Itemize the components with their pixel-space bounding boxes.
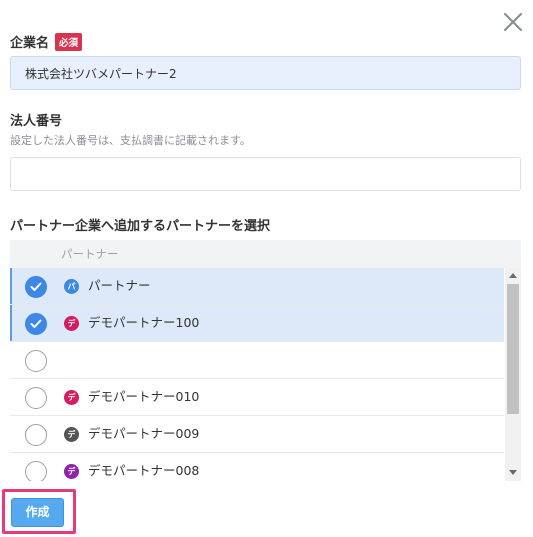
corporate-number-input[interactable] — [10, 157, 521, 191]
radio-button[interactable] — [25, 424, 47, 446]
corporate-number-label: 法人番号 — [10, 114, 63, 129]
partner-list: パートナー パパートナーデデモパートナー100 デデモパートナー010 デデモパート… — [10, 240, 521, 481]
partner-name: デモパートナー010 — [88, 389, 200, 404]
avatar: デ — [64, 390, 79, 405]
partner-column-header: パートナー — [10, 240, 521, 268]
scroll-up-arrow-icon[interactable] — [509, 273, 517, 278]
checked-radio-icon[interactable] — [25, 276, 47, 298]
avatar: デ — [64, 464, 79, 479]
checkmark-icon — [30, 282, 42, 291]
partner-select-label: パートナー企業へ追加するパートナーを選択 — [10, 219, 271, 234]
scrollbar-thumb[interactable] — [507, 284, 519, 414]
partner-name: パートナー — [88, 278, 151, 293]
partner-rows: パパートナーデデモパートナー100 デデモパートナー010 デデモパートナー009 デ… — [10, 268, 504, 481]
scroll-down-arrow-icon[interactable] — [509, 470, 517, 475]
company-name-input[interactable] — [10, 56, 521, 90]
partner-name: デモパートナー100 — [88, 315, 200, 330]
checkmark-icon — [30, 319, 42, 328]
radio-button[interactable] — [25, 461, 47, 481]
radio-button[interactable] — [25, 350, 47, 372]
partner-row[interactable]: デデモパートナー100 — [10, 305, 504, 342]
avatar: デ — [64, 316, 79, 331]
partner-row[interactable] — [10, 342, 504, 379]
close-icon — [503, 12, 523, 32]
radio-button[interactable] — [25, 387, 47, 409]
list-scrollbar[interactable] — [505, 268, 521, 481]
required-badge: 必須 — [55, 33, 83, 51]
partner-row[interactable]: デデモパートナー009 — [10, 416, 504, 453]
avatar: パ — [64, 279, 79, 294]
corporate-number-help: 設定した法人番号は、支払調書に記載されます。 — [10, 134, 251, 147]
close-button[interactable] — [500, 9, 526, 35]
partner-row[interactable]: デデモパートナー008 — [10, 453, 504, 481]
partner-row[interactable]: デデモパートナー010 — [10, 379, 504, 416]
company-name-label: 企業名 必須 — [10, 32, 83, 51]
partner-name: デモパートナー008 — [88, 463, 200, 478]
avatar: デ — [64, 427, 79, 442]
partner-name: デモパートナー009 — [88, 426, 200, 441]
checked-radio-icon[interactable] — [25, 313, 47, 335]
create-button[interactable]: 作成 — [11, 498, 64, 527]
partner-row[interactable]: パパートナー — [10, 268, 504, 305]
